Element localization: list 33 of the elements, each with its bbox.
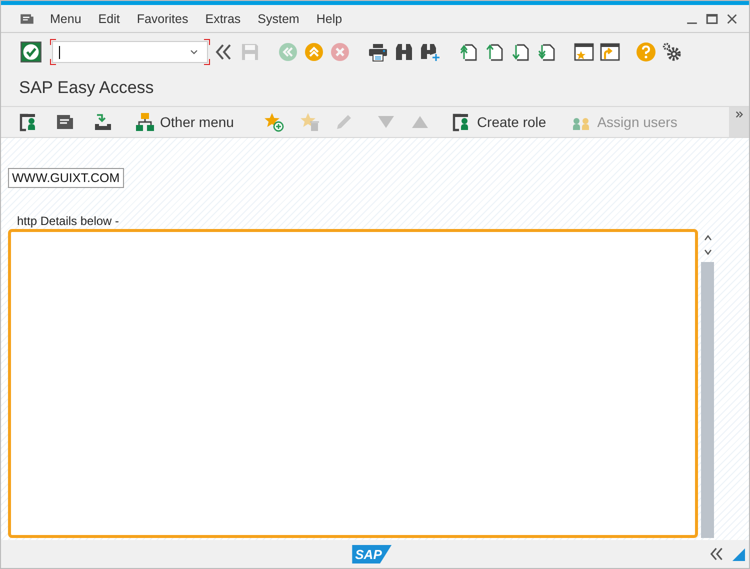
settings-icon[interactable] (662, 42, 682, 62)
maximize-icon[interactable] (705, 12, 719, 26)
binoculars-icon[interactable] (394, 42, 414, 62)
menu-item[interactable]: System (258, 12, 300, 26)
binoculars-plus-icon[interactable] (420, 42, 440, 62)
check-icon[interactable] (20, 41, 42, 63)
menu-item[interactable]: Edit (98, 12, 120, 26)
page-down-arrow-icon[interactable] (510, 42, 530, 62)
dropdown-icon[interactable] (189, 47, 199, 57)
close-icon[interactable] (725, 12, 739, 26)
page-down-arrows-icon[interactable] (536, 42, 556, 62)
command-field[interactable] (52, 41, 208, 63)
page-up-arrow-icon[interactable] (484, 42, 504, 62)
hierarchy-icon (135, 112, 155, 132)
toolbar-button[interactable]: Other menu (135, 112, 234, 132)
sap-logo: SAP (352, 544, 392, 564)
resize-corner-icon[interactable] (731, 547, 746, 561)
scroll-down-icon[interactable] (702, 248, 712, 256)
menu-item[interactable]: Help (316, 12, 342, 26)
more-icon[interactable] (734, 110, 744, 119)
printer-icon[interactable] (368, 42, 388, 62)
menu-item[interactable]: Favorites (136, 12, 188, 26)
tray-arrow-icon[interactable] (93, 112, 113, 132)
star-plus-icon[interactable] (264, 112, 284, 132)
text-label: http Details below - (17, 214, 120, 228)
screen-title: SAP Easy Access (18, 77, 155, 99)
menu-item[interactable]: Extras (205, 12, 241, 26)
toolbar-button[interactable]: Create role (452, 112, 546, 132)
link-button[interactable]: WWW.GUIXT.COM (8, 168, 124, 188)
scroll-up-icon[interactable] (702, 234, 712, 242)
folder-icon[interactable] (55, 112, 75, 132)
page-up-arrows-icon[interactable] (458, 42, 478, 62)
menu-item[interactable]: Menu (50, 12, 82, 26)
